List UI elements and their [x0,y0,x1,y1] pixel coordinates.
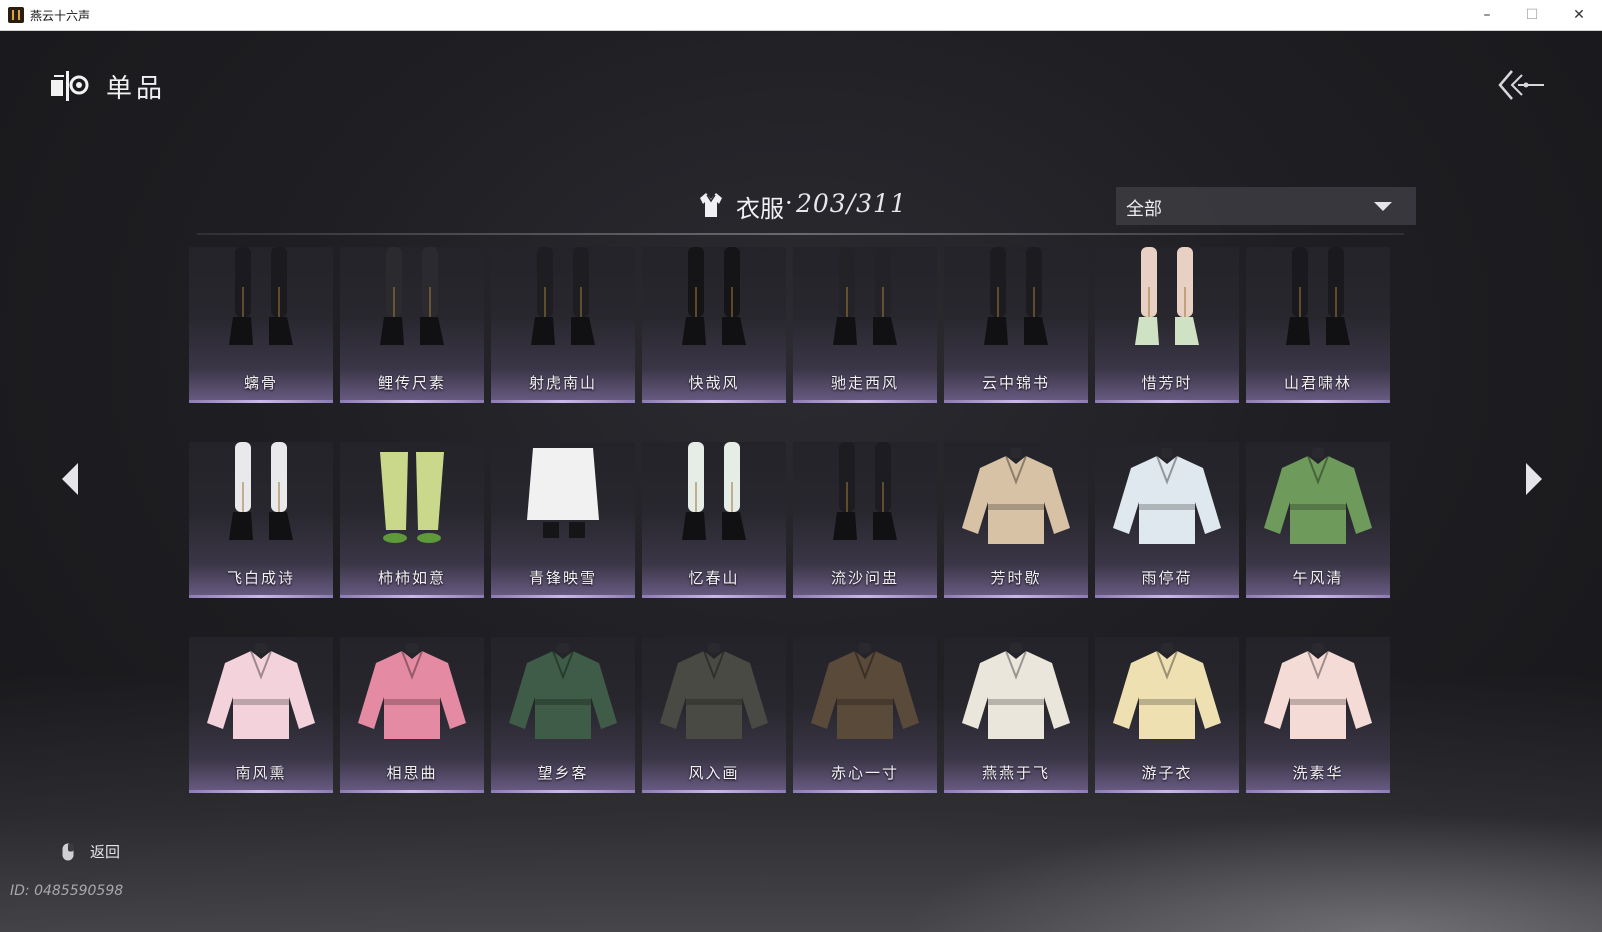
item-card[interactable]: 相思曲 [340,637,484,793]
item-thumbnail [682,442,746,540]
item-thumbnail [1113,448,1221,544]
mouse-icon [62,843,74,861]
item-name: 飞白成诗 [226,569,295,587]
close-button[interactable]: ✕ [1556,0,1602,30]
item-name: 山君啸林 [1283,374,1352,392]
item-card[interactable]: 惜芳时 [1095,247,1239,403]
item-card[interactable]: 驰走西风 [793,247,937,403]
header-divider [197,233,1404,235]
page-title: 单品 [106,74,167,104]
item-card[interactable]: 燕燕于飞 [944,637,1088,793]
back-arrow-icon[interactable] [1498,69,1546,101]
item-card[interactable]: 望乡客 [491,637,635,793]
item-name: 云中锦书 [981,374,1050,392]
item-card[interactable]: 云中锦书 [944,247,1088,403]
item-name: 鲤传尺素 [377,374,446,392]
item-card[interactable]: 快哉风 [642,247,786,403]
item-card[interactable]: 赤心一寸 [793,637,937,793]
item-name: 快哉风 [688,374,740,392]
minimize-button[interactable]: – [1464,0,1510,30]
item-thumbnail [1135,247,1199,345]
item-card[interactable]: 雨停荷 [1095,442,1239,598]
item-name: 螭骨 [243,374,278,392]
item-name: 游子衣 [1141,764,1193,782]
player-id: ID: 0485590598 [10,883,124,899]
item-name: 柿柿如意 [377,569,446,587]
item-name: 芳时歇 [990,569,1042,587]
item-thumbnail [682,247,746,345]
wardrobe-icon [51,71,89,101]
category-label: 衣服 [736,195,784,223]
caret-down-icon [1374,202,1392,211]
item-name: 流沙问盅 [830,569,899,587]
item-name: 洗素华 [1292,764,1344,782]
item-thumbnail [1286,247,1350,345]
back-label: 返回 [90,843,121,861]
fog-glow [900,812,1602,932]
item-card[interactable]: 山君啸林 [1246,247,1390,403]
item-thumbnail [833,247,897,345]
window-title: 燕云十六声 [30,9,91,23]
item-card[interactable]: 游子衣 [1095,637,1239,793]
app-icon [8,7,24,23]
item-name: 雨停荷 [1141,569,1193,587]
item-name: 青锋映雪 [528,569,597,587]
maximize-button[interactable]: ☐ [1509,0,1555,30]
next-page-icon[interactable] [1522,461,1544,497]
item-thumbnail [229,247,293,345]
item-card[interactable]: 柿柿如意 [340,442,484,598]
item-thumbnail [1264,448,1372,544]
item-thumbnail [509,643,617,739]
item-name: 午风清 [1292,569,1344,587]
item-card[interactable]: 洗素华 [1246,637,1390,793]
item-name: 望乡客 [537,764,589,782]
item-name: 相思曲 [386,764,438,782]
filter-dropdown[interactable]: 全部 [1116,187,1416,225]
item-name: 射虎南山 [528,374,597,392]
window-titlebar: 燕云十六声 – ☐ ✕ [0,0,1602,31]
item-card[interactable]: 射虎南山 [491,247,635,403]
item-name: 赤心一寸 [830,764,899,782]
item-card[interactable]: 午风清 [1246,442,1390,598]
item-thumbnail [358,643,466,739]
item-name: 南风熏 [235,764,287,782]
item-thumbnail [527,448,599,538]
item-thumbnail [833,442,897,540]
category-separator: · [785,189,793,217]
item-card[interactable]: 芳时歇 [944,442,1088,598]
collection-count: 203/311 [796,189,907,218]
item-thumbnail [984,247,1048,345]
item-name: 风入画 [688,764,740,782]
item-name: 驰走西风 [830,374,899,392]
item-thumbnail [660,643,768,739]
game-screen: 单品 衣服 · 203/311 全部 螭骨 鲤传尺素 射虎南山 快哉风 驰走西风 云中锦书… [0,31,1602,932]
item-thumbnail [962,448,1070,544]
item-card[interactable]: 青锋映雪 [491,442,635,598]
item-card[interactable]: 螭骨 [189,247,333,403]
item-thumbnail [229,442,293,540]
item-card[interactable]: 鲤传尺素 [340,247,484,403]
item-card[interactable]: 流沙问盅 [793,442,937,598]
item-thumbnail [207,643,315,739]
item-thumbnail [1264,643,1372,739]
item-name: 惜芳时 [1141,374,1193,392]
item-card[interactable]: 飞白成诗 [189,442,333,598]
item-thumbnail [531,247,595,345]
item-thumbnail [811,643,919,739]
item-name: 燕燕于飞 [981,764,1050,782]
clothing-icon [700,193,722,217]
item-thumbnail [380,247,444,345]
item-thumbnail [962,643,1070,739]
item-card[interactable]: 南风熏 [189,637,333,793]
item-thumbnail [1113,643,1221,739]
item-card[interactable]: 风入画 [642,637,786,793]
item-name: 忆春山 [688,569,740,587]
item-card[interactable]: 忆春山 [642,442,786,598]
filter-selected-value: 全部 [1126,199,1162,220]
prev-page-icon[interactable] [60,461,82,497]
item-thumbnail [380,452,444,543]
